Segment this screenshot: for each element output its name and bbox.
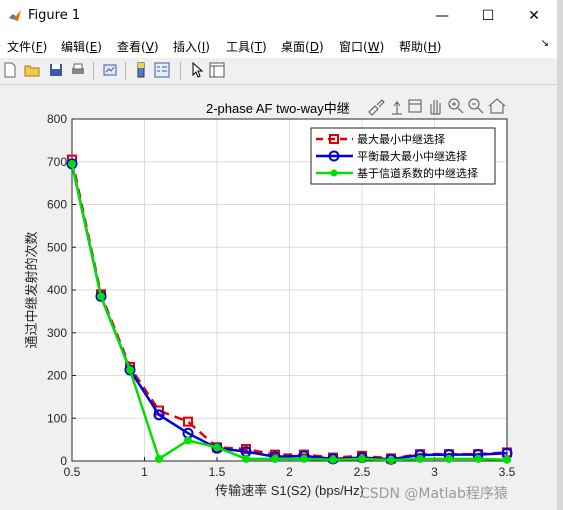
x-tick-label: 3.5 xyxy=(499,465,516,479)
data-point-dot xyxy=(155,454,163,463)
link-plot-icon[interactable] xyxy=(102,62,118,78)
menu-tools[interactable]: 工具(T) xyxy=(226,38,267,55)
menu-insert[interactable]: 插入(I) xyxy=(173,38,210,55)
title-bar[interactable]: Figure 1 — ☐ ✕ xyxy=(0,0,557,32)
data-point-dot xyxy=(97,292,105,301)
x-tick-label: 3 xyxy=(431,465,438,479)
save-icon[interactable] xyxy=(48,62,64,78)
toolbar-separator xyxy=(180,62,181,80)
data-point-dot xyxy=(387,456,395,465)
y-axis-label: 通过中继发射的次数 xyxy=(24,231,39,348)
menu-help[interactable]: 帮助(H) xyxy=(399,38,441,55)
y-tick-label: 300 xyxy=(47,326,67,340)
zoom-in-icon[interactable] xyxy=(448,98,464,114)
minimize-button[interactable]: — xyxy=(419,0,465,32)
y-tick-label: 500 xyxy=(47,240,67,254)
menu-bar: 文件(F) 编辑(E) 查看(V) 插入(I) 工具(T) 桌面(D) 窗口(W… xyxy=(0,32,557,58)
brush-icon[interactable] xyxy=(368,99,385,116)
matlab-logo-icon xyxy=(9,10,21,21)
data-point-dot xyxy=(503,455,511,464)
y-tick-label: 100 xyxy=(47,411,67,425)
data-point-dot xyxy=(474,454,482,463)
data-point-dot xyxy=(242,454,250,463)
line-chart: 0.5 1 1.5 2 2.5 3 3.50100200300400500600700800… xyxy=(24,112,516,498)
insert-colorbar-icon[interactable] xyxy=(133,62,149,78)
property-inspector-icon[interactable] xyxy=(209,62,225,78)
chart-title: 2-phase AF two-way中继 xyxy=(206,101,350,116)
rotate-icon[interactable] xyxy=(408,99,422,113)
watermark: CSDN @Matlab程序猿 xyxy=(360,486,508,502)
y-tick-label: 600 xyxy=(47,198,67,212)
data-point-dot xyxy=(358,454,366,463)
x-tick-label: 1.5 xyxy=(209,465,226,479)
menu-edit[interactable]: 编辑(E) xyxy=(61,38,102,55)
print-icon[interactable] xyxy=(70,62,86,78)
menu-desktop[interactable]: 桌面(D) xyxy=(281,38,324,55)
maximize-button[interactable]: ☐ xyxy=(465,0,511,32)
x-tick-label: 1 xyxy=(141,465,148,479)
new-figure-icon[interactable] xyxy=(2,62,18,78)
pan-icon[interactable] xyxy=(430,100,441,115)
data-point-dot xyxy=(445,454,453,463)
legend-label-3: 基于信道系数的中继选择 xyxy=(357,166,478,180)
legend-label-2: 平衡最大最小中继选择 xyxy=(357,149,467,163)
legend-marker-dot xyxy=(330,169,338,177)
data-point-dot xyxy=(213,443,221,452)
x-tick-label: 2.5 xyxy=(354,465,371,479)
insert-legend-icon[interactable] xyxy=(154,62,170,78)
menu-file[interactable]: 文件(F) xyxy=(7,38,47,55)
y-tick-label: 700 xyxy=(47,155,67,169)
menu-window[interactable]: 窗口(W) xyxy=(339,38,384,55)
data-tips-icon[interactable] xyxy=(392,100,402,115)
open-file-icon[interactable] xyxy=(24,62,40,78)
figure-toolbar xyxy=(0,58,557,85)
data-point-dot xyxy=(329,455,337,464)
y-tick-label: 0 xyxy=(60,454,67,468)
pointer-icon[interactable] xyxy=(189,62,205,78)
figure-window: Figure 1 — ☐ ✕ 文件(F) 编辑(E) 查看(V) 插入(I) 工… xyxy=(0,0,557,510)
data-point-dot xyxy=(126,365,134,374)
axes-toolbar xyxy=(367,96,507,116)
data-point-dot xyxy=(271,454,279,463)
data-point-dot xyxy=(300,454,308,463)
toolbar-separator xyxy=(125,62,126,80)
x-axis-label: 传输速率 S1(S2) (bps/Hz) xyxy=(215,483,364,498)
y-tick-label: 200 xyxy=(47,369,67,383)
close-button[interactable]: ✕ xyxy=(511,0,557,32)
close-icon: ✕ xyxy=(528,8,540,24)
zoom-out-icon[interactable] xyxy=(468,98,484,114)
dock-figure-icon[interactable]: ↘ xyxy=(541,38,549,49)
legend-label-1: 最大最小中继选择 xyxy=(357,132,445,146)
maximize-icon: ☐ xyxy=(481,8,495,24)
legend: 最大最小中继选择平衡最大最小中继选择基于信道系数的中继选择 xyxy=(310,127,496,185)
toolbar-separator xyxy=(93,62,94,80)
menu-view[interactable]: 查看(V) xyxy=(117,38,159,55)
home-icon[interactable] xyxy=(488,98,506,114)
data-point-dot xyxy=(416,454,424,463)
x-tick-label: 2 xyxy=(286,465,293,479)
y-tick-label: 400 xyxy=(47,283,67,297)
data-point-dot xyxy=(184,436,192,445)
data-point-dot xyxy=(68,159,76,168)
minimize-icon: — xyxy=(435,8,449,24)
window-title: Figure 1 xyxy=(28,8,81,23)
y-tick-label: 800 xyxy=(47,112,67,126)
